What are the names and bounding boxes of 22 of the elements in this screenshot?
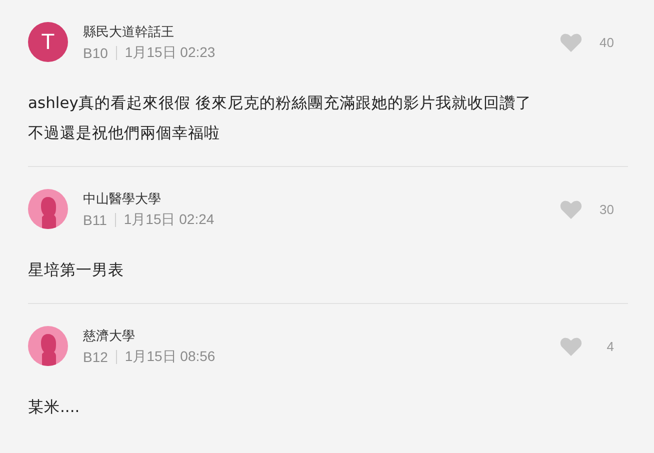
post-time: 1月15日 02:23 [124,44,216,62]
like-count: 40 [600,34,614,50]
author-name: 縣民大道幹話王 [83,24,175,40]
avatar-icon [28,326,68,366]
author-name: 慈濟大學 [83,328,136,344]
heart-icon[interactable] [560,200,582,218]
floor-number: B11 [83,212,107,228]
avatar: T [28,22,68,62]
post-time: 1月15日 08:56 [124,348,216,366]
comment-text: 星培第一男表 [28,260,125,281]
avatar-icon [28,189,68,229]
post-time: 1月15日 02:24 [124,210,214,228]
like-count: 30 [600,202,614,216]
floor-number: B12 [83,348,108,364]
heart-icon[interactable] [560,336,582,356]
comment-text: 某米.... [28,397,81,418]
comment-text: ashley真的看起來很假 後來尼克的粉絲團充滿跟她的影片我就收回讚了 [28,93,532,114]
heart-icon[interactable] [560,32,582,52]
floor-number: B10 [83,44,108,60]
comment-text: 不過還是祝他們兩個幸福啦 [28,123,221,144]
like-count: 4 [606,338,614,354]
author-name: 中山醫學大學 [83,190,162,208]
